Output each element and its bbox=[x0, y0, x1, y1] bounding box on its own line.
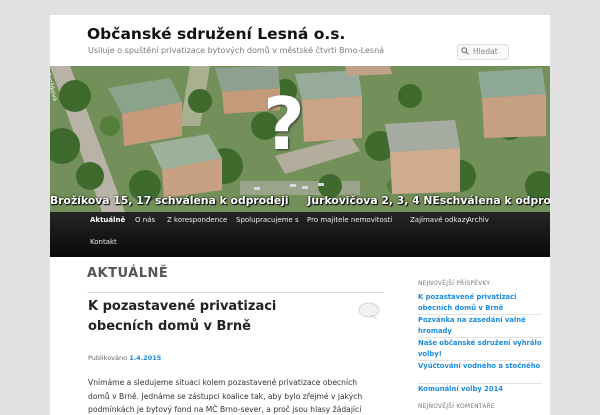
post-body: Vnímáme a sledujeme situaci kolem pozast… bbox=[88, 378, 363, 414]
recent-posts-heading: NEJNOVĚJŠÍ PŘÍSPĚVKY bbox=[418, 281, 491, 287]
section-title: AKTUÁLNĚ bbox=[87, 266, 169, 281]
nav-item-zajimave-odkazy[interactable]: Zajímavé odkazy bbox=[410, 216, 470, 224]
site-title[interactable]: Občanské sdružení Lesná o.s. bbox=[87, 25, 345, 43]
recent-post-link[interactable]: K pozastavené privatizaci obecních domů … bbox=[418, 292, 543, 314]
search-icon bbox=[461, 47, 469, 55]
nav-item-z-korespondence[interactable]: Z korespondence bbox=[167, 216, 227, 224]
banner-question-mark: ? bbox=[263, 82, 305, 166]
main-navigation: Aktuálně O nás Z korespondence Spoluprac… bbox=[50, 212, 550, 257]
recent-post-link[interactable]: Komunální volby 2014 bbox=[418, 384, 543, 395]
post-date[interactable]: 1.4.2015 bbox=[129, 354, 161, 362]
divider bbox=[87, 292, 384, 293]
nav-item-archiv[interactable]: Archiv bbox=[467, 216, 489, 224]
recent-post-link[interactable]: Vyúčtování vodného a stočného bbox=[418, 361, 543, 372]
nav-item-kontakt[interactable]: Kontakt bbox=[90, 238, 117, 246]
nav-item-spolupracujeme-s[interactable]: Spolupracujeme s bbox=[236, 216, 299, 224]
nav-item-pro-majitele[interactable]: Pro majitele nemovitostí bbox=[307, 216, 392, 224]
site-description: Usiluje o spuštění privatizace bytových … bbox=[88, 46, 385, 55]
published-label: Publikováno bbox=[88, 354, 128, 362]
recent-comments-heading: NEJNOVĚJŠÍ KOMENTÁŘE bbox=[418, 404, 495, 410]
page: Občanské sdružení Lesná o.s. Usiluje o s… bbox=[50, 15, 550, 415]
comment-bubble-icon[interactable] bbox=[358, 302, 380, 320]
recent-post-link[interactable]: Pozvánka na zasedání valné hromady bbox=[418, 315, 543, 337]
post-meta: Publikováno 1.4.2015 bbox=[88, 354, 161, 362]
post-title[interactable]: K pozastavené privatizaci obecních domů … bbox=[88, 297, 338, 337]
banner-caption: Brožíkova 15, 17 schválena k odprodeji J… bbox=[50, 194, 550, 207]
header-banner-image: ? Brožíkova Brožíkova 15, 17 schválena k… bbox=[50, 66, 550, 212]
content-area: AKTUÁLNĚ K pozastavené privatizaci obecn… bbox=[50, 257, 550, 415]
recent-post-link[interactable]: Naše občanské sdružení vyhrálo volby! bbox=[418, 338, 543, 360]
search-input[interactable]: Hledat bbox=[457, 44, 509, 60]
nav-item-o-nas[interactable]: O nás bbox=[135, 216, 155, 224]
search-placeholder: Hledat bbox=[473, 47, 498, 56]
nav-item-aktualne[interactable]: Aktuálně bbox=[90, 216, 125, 224]
